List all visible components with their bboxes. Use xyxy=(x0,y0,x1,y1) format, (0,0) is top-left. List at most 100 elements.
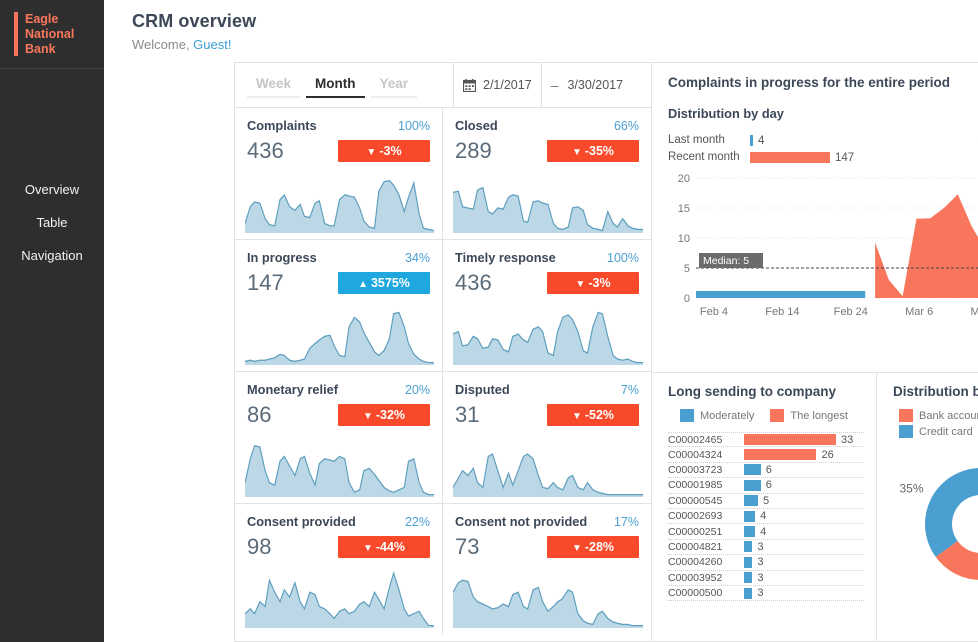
kpi-delta-badge: ▼ -3% xyxy=(547,272,639,294)
kpi-value-row: 289 ▼ -35% xyxy=(455,138,639,164)
company-bar-value: 4 xyxy=(760,510,767,523)
kpi-card-consent-not-provided[interactable]: Consent not provided 17% 73 ▼ -28% xyxy=(443,504,651,634)
kpi-delta-value: -3% xyxy=(379,144,402,158)
legend-item-the-longest: The longest xyxy=(770,409,848,422)
crm-dashboard: Eagle National Bank Overview Table Navig… xyxy=(0,0,978,642)
kpi-value-row: 436 ▼ -3% xyxy=(455,270,639,296)
kpi-card-complaints[interactable]: Complaints 100% 436 ▼ -3% xyxy=(235,108,443,240)
company-id: C00002465 xyxy=(668,433,723,446)
kpi-label: Disputed xyxy=(455,382,510,397)
kpi-grid: Complaints 100% 436 ▼ -3% Closed 66% 289… xyxy=(235,108,651,634)
company-bar-row[interactable]: C00003723 6 xyxy=(668,463,864,479)
user-name-link[interactable]: Guest! xyxy=(193,37,231,52)
kpi-card-disputed[interactable]: Disputed 7% 31 ▼ -52% xyxy=(443,372,651,504)
legend-swatch-icon xyxy=(899,425,913,438)
brand-logo[interactable]: Eagle National Bank xyxy=(0,0,104,69)
kpi-delta-badge: ▼ -44% xyxy=(338,536,430,558)
kpi-header: Disputed 7% xyxy=(455,382,639,397)
welcome-line: Welcome, Guest! xyxy=(132,37,978,52)
sparkline-chart xyxy=(453,566,643,628)
recent-month-value: 147 xyxy=(835,151,855,164)
distribution-bars: 4 147 xyxy=(750,132,921,166)
sidebar-item-overview[interactable]: Overview xyxy=(0,173,104,206)
sidebar-item-table[interactable]: Table xyxy=(0,206,104,239)
kpi-header: In progress 34% xyxy=(247,250,430,265)
sidebar-item-navigation[interactable]: Navigation xyxy=(0,239,104,272)
avg-difference-line: AVG difference 33% xyxy=(921,132,978,148)
kpi-value: 147 xyxy=(247,270,284,295)
avg-difference-note: AVG difference 33% vs. previous month xyxy=(921,132,978,164)
last-month-value: 4 xyxy=(758,134,765,147)
company-bar-row[interactable]: C00001985 6 xyxy=(668,478,864,494)
company-bar-value: 5 xyxy=(762,494,770,507)
kpi-value-row: 31 ▼ -52% xyxy=(455,402,639,428)
period-toolbar: Week Month Year 2/1/2017 – 3/30/2017 xyxy=(235,63,651,108)
svg-text:10: 10 xyxy=(678,233,690,245)
kpi-card-in-progress[interactable]: In progress 34% 147 ▲ 3575% xyxy=(235,240,443,372)
panel-title: Complaints in progress for the entire pe… xyxy=(668,75,951,90)
date-separator: – xyxy=(550,77,559,93)
company-bar-row[interactable]: C00004260 3 xyxy=(668,555,864,571)
company-bar-row[interactable]: C00000251 4 xyxy=(668,524,864,540)
company-bar-row[interactable]: C00000545 5 xyxy=(668,494,864,509)
legend-swatch-icon xyxy=(680,409,694,422)
kpi-header: Complaints 100% xyxy=(247,118,430,133)
company-bar-fill xyxy=(744,495,758,507)
kpi-value: 436 xyxy=(455,270,492,295)
tab-year[interactable]: Year xyxy=(370,73,418,98)
date-to-control[interactable]: – 3/30/2017 xyxy=(540,63,651,107)
bars-legend: Moderately The longest xyxy=(668,409,864,425)
dashboard-content: Week Month Year 2/1/2017 – 3/30/2017 Com… xyxy=(104,62,978,642)
complaints-progress-panel: Complaints in progress for the entire pe… xyxy=(652,63,978,373)
tab-week[interactable]: Week xyxy=(247,73,301,98)
distribution-by-day-chart: 0 5 10 15 20 Median: 5 Feb 4 Feb 14 Feb 24 Mar 6 M… xyxy=(668,172,978,332)
legend-label: Moderately xyxy=(700,409,755,422)
kpi-card-closed[interactable]: Closed 66% 289 ▼ -35% xyxy=(443,108,651,240)
company-bar-row[interactable]: C00004821 3 xyxy=(668,540,864,556)
logo-accent-bar xyxy=(14,12,18,56)
main-area: CRM overview Welcome, Guest! Week Month … xyxy=(104,0,978,642)
company-bar-fill xyxy=(744,479,761,491)
donut-chart: 65%35% xyxy=(893,452,978,602)
svg-text:15: 15 xyxy=(678,203,690,215)
svg-text:Feb 24: Feb 24 xyxy=(834,306,868,318)
company-bar-row[interactable]: C00000500 3 xyxy=(668,586,864,602)
last-month-label: Last month xyxy=(668,134,725,146)
arrow-down-icon: ▼ xyxy=(366,147,377,158)
page-title: CRM overview xyxy=(132,11,257,31)
company-bar-row[interactable]: C00003952 3 xyxy=(668,571,864,586)
date-from-control[interactable]: 2/1/2017 xyxy=(453,63,541,107)
kpi-delta-value: -35% xyxy=(584,144,615,158)
company-bar-row[interactable]: C00004324 26 xyxy=(668,447,864,463)
panel-title: Long sending to company xyxy=(668,384,836,399)
long-sending-panel: Long sending to company Moderately The l… xyxy=(652,373,877,641)
sidebar: Eagle National Bank Overview Table Navig… xyxy=(0,0,104,642)
donut-legend: Bank account or service Credit card xyxy=(893,409,978,438)
donut-slice[interactable] xyxy=(925,468,978,557)
svg-text:Feb 14: Feb 14 xyxy=(765,306,799,318)
sparkline-chart xyxy=(453,435,643,497)
company-bar-fill xyxy=(744,510,756,522)
panel-title: Distribution by product xyxy=(893,384,978,399)
kpi-value: 436 xyxy=(247,138,284,163)
kpi-value: 31 xyxy=(455,402,480,427)
company-bar-row[interactable]: C00002465 33 xyxy=(668,432,864,448)
tab-month[interactable]: Month xyxy=(306,73,365,98)
kpi-card-timely-response[interactable]: Timely response 100% 436 ▼ -3% xyxy=(443,240,651,372)
donut-chart-svg: 65%35% xyxy=(899,468,978,580)
company-bar-fill xyxy=(744,434,836,446)
arrow-down-icon: ▼ xyxy=(362,411,373,422)
kpi-value-row: 73 ▼ -28% xyxy=(455,534,639,560)
legend-swatch-icon xyxy=(770,409,785,422)
kpi-delta-value: 3575% xyxy=(370,276,410,290)
company-bar-value: 3 xyxy=(757,540,764,553)
kpi-value: 73 xyxy=(455,534,480,559)
company-bar-value: 26 xyxy=(821,448,834,461)
kpi-share: 66% xyxy=(613,119,639,133)
kpi-label: Closed xyxy=(455,118,498,133)
company-bar-value: 6 xyxy=(765,479,772,492)
company-bar-row[interactable]: C00002693 4 xyxy=(668,509,864,525)
area-chart-svg: 0 5 10 15 20 Median: 5 Feb 4 Feb 14 Feb 24 Mar 6 M… xyxy=(678,173,978,318)
kpi-card-consent-provided[interactable]: Consent provided 22% 98 ▼ -44% xyxy=(235,504,443,634)
kpi-card-monetary-relief[interactable]: Monetary relief 20% 86 ▼ -32% xyxy=(235,372,443,504)
